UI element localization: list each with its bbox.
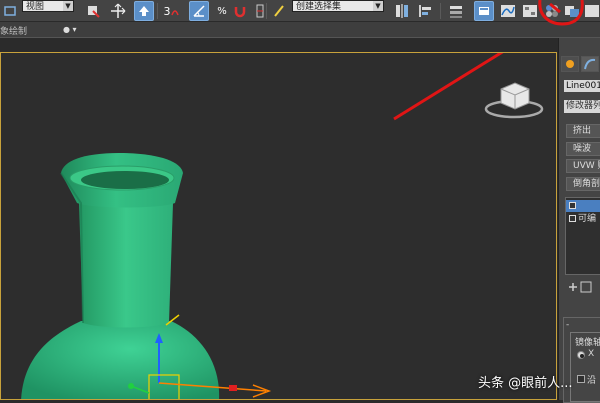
extrude-button[interactable]: 挤出	[566, 124, 600, 138]
expand-icon[interactable]	[569, 215, 576, 222]
axis-x-label: X	[588, 349, 595, 359]
stack-tools	[567, 280, 600, 294]
pin-stack-icon[interactable]	[567, 280, 600, 294]
pivot-icon[interactable]	[83, 1, 103, 21]
ribbon-label: 象绘制	[0, 27, 28, 37]
axis-x-radio[interactable]	[577, 351, 585, 359]
named-selection-set-label: 创建选择集	[296, 2, 342, 12]
reference-coordinate-combo[interactable]: 视图 ▼	[22, 0, 74, 12]
percent-label: %	[217, 5, 227, 17]
create-tab-icon[interactable]	[561, 56, 579, 72]
magnet-icon[interactable]	[230, 1, 250, 21]
edit-named-selection-icon[interactable]	[270, 1, 290, 21]
mirror-icon[interactable]	[392, 1, 412, 21]
percent-snap-icon[interactable]: %	[212, 1, 232, 21]
curve-editor-icon[interactable]	[498, 1, 518, 21]
toolbar-separator	[157, 3, 158, 19]
chevron-down-icon: ▼	[373, 1, 383, 11]
toolbar-separator	[440, 3, 441, 19]
layer-icon[interactable]	[446, 1, 466, 21]
toolbar-separator	[266, 3, 267, 19]
along-checkbox[interactable]	[577, 375, 585, 383]
bevel-profile-button[interactable]: 倒角剖	[566, 177, 600, 191]
modify-tab-icon[interactable]	[581, 56, 599, 72]
mirror-axis-group: 镜像轴 X 沿	[570, 332, 600, 402]
ribbon-dropdown[interactable]: ● ▾	[63, 25, 81, 35]
move-icon[interactable]	[108, 1, 128, 21]
rollout-collapse[interactable]: -	[566, 320, 569, 330]
spinner-snap-icon[interactable]	[250, 1, 270, 21]
object-name-field[interactable]: Line001	[564, 80, 600, 92]
viewcube-icon	[484, 82, 544, 119]
watermark: 头条 @眼前人...	[478, 376, 573, 391]
vase-body	[21, 321, 220, 399]
annotation-circle	[538, 0, 584, 26]
stack-item-label: 可编	[578, 214, 597, 224]
vase-opening	[81, 171, 169, 189]
snap-icon[interactable]: 3	[161, 1, 181, 21]
noise-button[interactable]: 噪波	[566, 142, 600, 156]
ribbon-bar: 象绘制 ● ▾	[0, 22, 600, 38]
select-icon[interactable]	[134, 1, 154, 21]
link-icon[interactable]	[0, 1, 20, 21]
along-checkbox-label: 沿	[587, 376, 597, 386]
stack-item-editable[interactable]: 可编	[566, 213, 600, 225]
snap-label: 3	[163, 4, 171, 18]
main-toolbar: 视图 ▼ 3 % 创建选择集 ▼	[0, 0, 600, 22]
uvw-map-button[interactable]: UVW 贴	[566, 159, 600, 173]
bulb-icon[interactable]	[569, 202, 576, 209]
command-panel: Line001 修改器列 挤出 噪波 UVW 贴 倒角剖 可编 - 镜像轴 X …	[558, 38, 600, 403]
modifier-list-combo[interactable]: 修改器列	[564, 100, 600, 113]
named-selection-set-combo[interactable]: 创建选择集 ▼	[292, 0, 384, 12]
align-icon[interactable]	[416, 1, 436, 21]
mirror-axis-title: 镜像轴	[575, 338, 600, 348]
perspective-viewport[interactable]	[0, 52, 557, 400]
scene-explorer-icon[interactable]	[474, 1, 494, 21]
viewport-header-strip	[0, 38, 557, 52]
reference-coordinate-label: 视图	[26, 2, 45, 12]
angle-snap-icon[interactable]	[189, 1, 209, 21]
vase-neck	[79, 203, 173, 328]
chevron-down-icon: ▼	[63, 1, 73, 11]
vase-model	[21, 153, 220, 399]
stack-item-lathe[interactable]	[566, 200, 600, 212]
viewport-canvas	[21, 53, 544, 399]
modifier-stack[interactable]: 可编	[565, 197, 600, 275]
